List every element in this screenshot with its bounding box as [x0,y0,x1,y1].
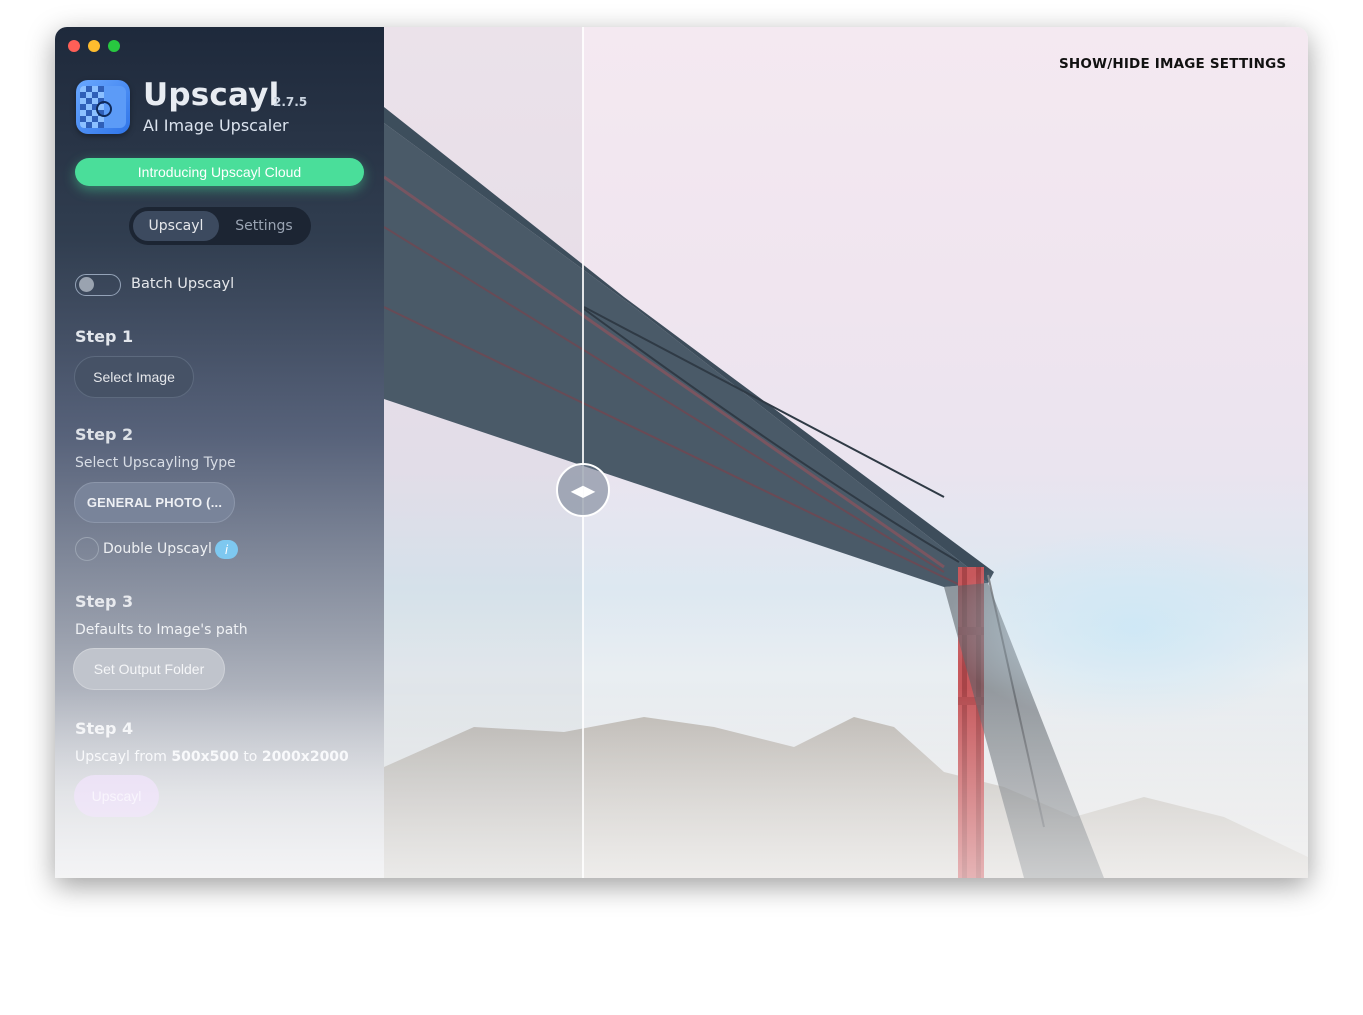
batch-upscayl-toggle[interactable] [75,274,121,296]
left-right-arrows-icon: ◀▶ [570,480,596,500]
step3-description: Defaults to Image's path [75,622,248,638]
step3-title: Step 3 [75,592,134,611]
step4-title: Step 4 [75,719,134,738]
tab-upscayl[interactable]: Upscayl [133,211,219,241]
upscayl-button[interactable]: Upscayl [74,775,159,817]
image-preview-area: ◀▶ SHOW/HIDE IMAGE SETTINGS [384,27,1308,878]
app-version: 2.7.5 [273,95,308,109]
batch-upscayl-label: Batch Upscayl [131,276,235,292]
compare-slider-handle[interactable]: ◀▶ [556,463,610,517]
show-hide-image-settings-button[interactable]: SHOW/HIDE IMAGE SETTINGS [1059,56,1286,72]
app-title: Upscayl [143,77,280,113]
zoom-window-button[interactable] [108,40,120,52]
upscayl-cloud-button[interactable]: Introducing Upscayl Cloud [75,158,364,186]
to-resolution: 2000x2000 [261,749,349,765]
app-subtitle: AI Image Upscaler [143,116,289,135]
app-logo-icon [76,80,130,134]
step2-title: Step 2 [75,425,134,444]
step2-description: Select Upscayling Type [75,455,236,471]
original-image-overlay [384,27,583,878]
tab-settings[interactable]: Settings [221,211,307,241]
select-image-button[interactable]: Select Image [74,356,194,398]
from-resolution: 500x500 [171,749,239,765]
info-icon[interactable]: i [215,540,238,559]
double-upscayl-label: Double Upscayl [103,541,212,557]
app-window: Upscayl 2.7.5 AI Image Upscaler Introduc… [55,27,1308,878]
toggle-knob [79,277,94,292]
upscayl-type-select[interactable]: GENERAL PHOTO (... [74,482,235,523]
window-controls [68,40,120,52]
upscale-to-word: to [243,749,258,765]
sidebar: Upscayl 2.7.5 AI Image Upscaler Introduc… [55,27,384,878]
close-window-button[interactable] [68,40,80,52]
double-upscayl-checkbox[interactable] [75,537,99,561]
set-output-folder-button[interactable]: Set Output Folder [73,648,225,690]
minimize-window-button[interactable] [88,40,100,52]
compare-divider[interactable] [582,27,584,878]
fog-overlay [944,527,1308,727]
main-tabs: Upscayl Settings [129,207,311,245]
upscale-resolution-text: Upscayl from 500x500 to 2000x2000 [75,749,349,765]
step1-title: Step 1 [75,327,134,346]
upscale-prefix: Upscayl from [75,749,167,765]
